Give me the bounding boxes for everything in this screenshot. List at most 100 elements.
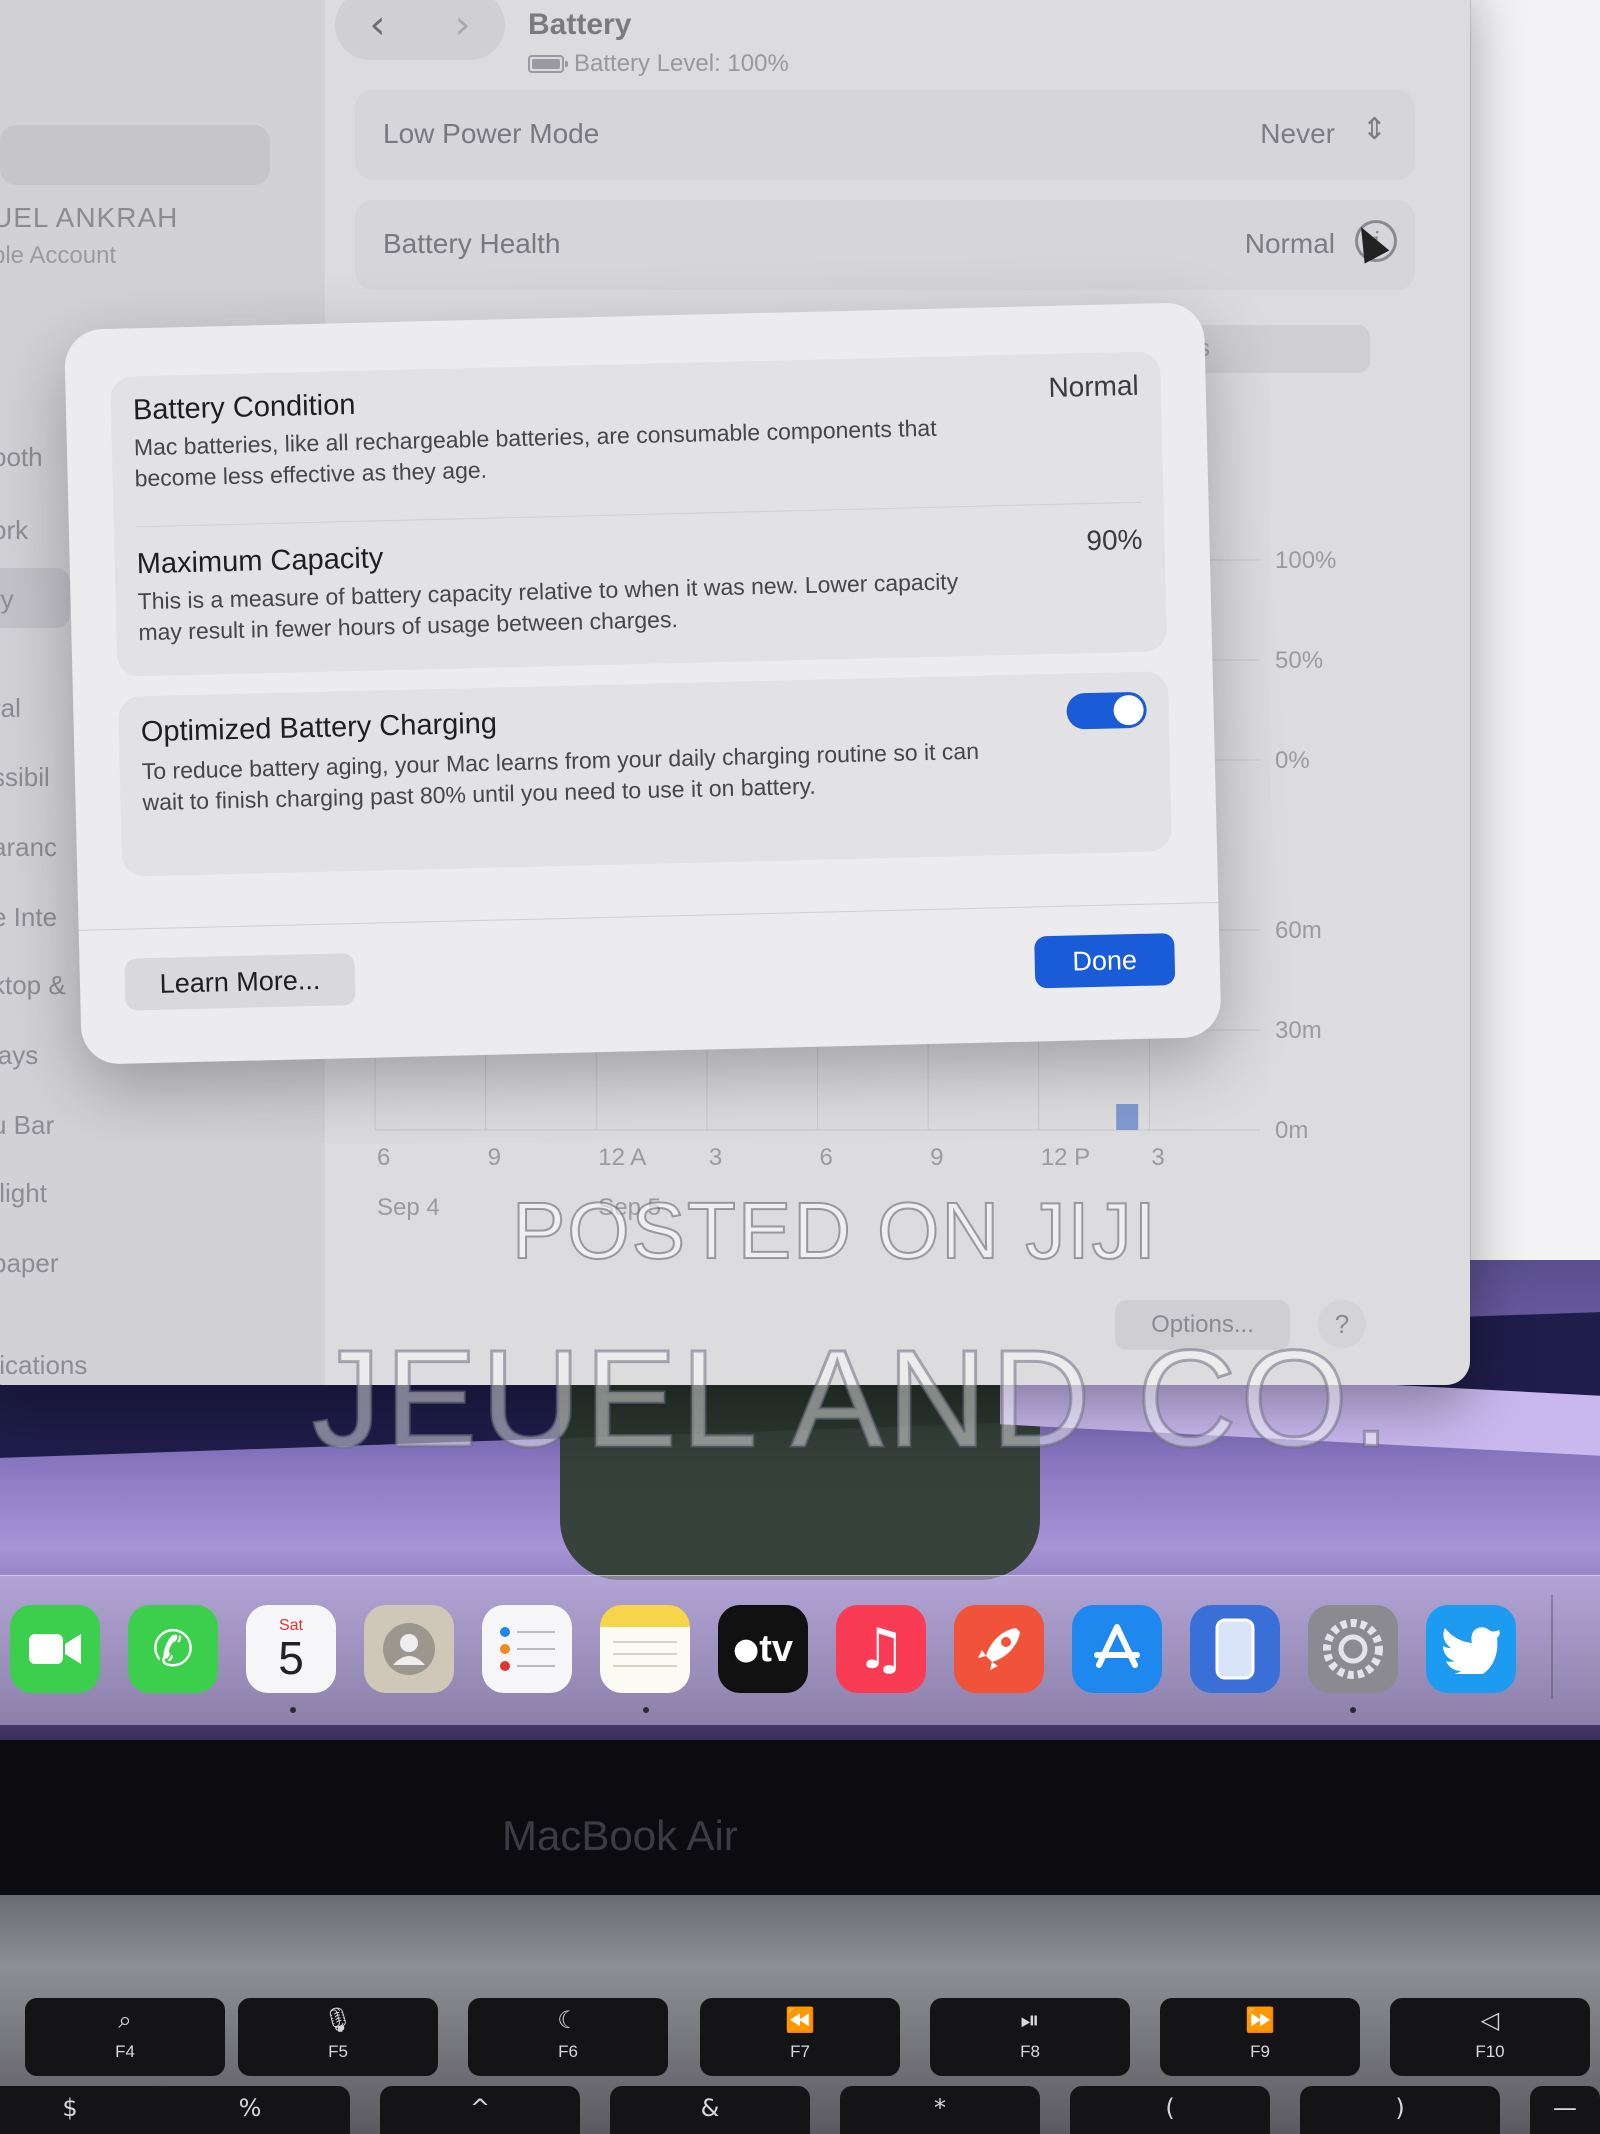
phone-icon[interactable]: ✆ [128, 1605, 218, 1693]
number-row-key[interactable]: ) [1300, 2086, 1500, 2134]
x-tick-label: 9 [930, 1144, 943, 1171]
sidebar-item-displays[interactable]: lays [0, 1040, 38, 1071]
notes-icon[interactable] [600, 1605, 690, 1693]
facetime-icon[interactable] [10, 1605, 100, 1693]
low-power-mode-row: Low Power Mode Never ⇕ [355, 90, 1415, 180]
key-icon: 🎙 [322, 2006, 354, 2034]
apple-logo-icon: ● [733, 1631, 760, 1667]
sidebar-item-spotlight[interactable]: tlight [0, 1178, 47, 1209]
forward-icon[interactable]: › [455, 2, 471, 48]
key-icon: ⏯ [1020, 2006, 1040, 2034]
key-label: F10 [1475, 2042, 1505, 2061]
twitter-icon[interactable] [1426, 1605, 1516, 1693]
maximum-capacity-value: 90% [1086, 523, 1143, 557]
watermark-line-1: POSTED ON JIJI [511, 1185, 1158, 1276]
maximum-capacity-title: Maximum Capacity [136, 542, 384, 581]
key-f7[interactable]: ⏪ F7 [700, 1998, 900, 2076]
key-f10[interactable]: ◁ F10 [1390, 1998, 1590, 2076]
x-tick-label: 3 [709, 1144, 722, 1171]
calendar-icon[interactable]: Sat 5 [246, 1605, 336, 1693]
low-power-mode-value[interactable]: Never [1260, 118, 1335, 150]
battery-health-value: Normal [1244, 228, 1335, 259]
app-store-icon[interactable] [1072, 1605, 1162, 1693]
sidebar-item-desktop-dock[interactable]: ktop & [0, 970, 66, 1001]
key-icon: ☾ [557, 2006, 579, 2034]
learn-more-button[interactable]: Learn More... [124, 953, 356, 1011]
running-indicator [290, 1707, 296, 1713]
x-tick-label: 12 A [598, 1144, 646, 1171]
reminders-icon[interactable] [482, 1605, 572, 1693]
sidebar-item-menu-bar[interactable]: u Bar [0, 1110, 54, 1141]
key-label: F6 [558, 2042, 578, 2061]
number-row-key[interactable]: $ [0, 2086, 170, 2134]
y-tick-label-level: 100% [1275, 547, 1336, 574]
x-tick-label: 12 P [1041, 1144, 1090, 1171]
number-row-key[interactable]: ^ [380, 2086, 580, 2134]
key-f5[interactable]: 🎙 F5 [238, 1998, 438, 2076]
key-f4[interactable]: ⌕ F4 [25, 1998, 225, 2076]
y-tick-label-usage: 60m [1275, 917, 1322, 944]
tv-label: tv [759, 1627, 793, 1670]
calendar-date: 5 [278, 1632, 304, 1684]
sidebar-search-field[interactable] [0, 125, 270, 185]
sidebar-user-account: ple Account [0, 242, 117, 269]
key-icon: ⌕ [118, 2006, 132, 2034]
screen: UEL ANKRAH ple Account ooth ork ry ral s… [0, 0, 1600, 1740]
sidebar-item-network[interactable]: ork [0, 515, 28, 546]
contacts-icon[interactable] [364, 1605, 454, 1693]
battery-info-group: Battery Condition Normal Mac batteries, … [110, 351, 1168, 677]
laptop-bezel [0, 1740, 1600, 1895]
battery-health-label: Battery Health [383, 228, 561, 259]
sidebar-item-apple-intelligence[interactable]: e Inte [0, 902, 57, 933]
optimized-charging-desc: To reduce battery aging, your Mac learns… [141, 737, 980, 816]
sidebar-user-name[interactable]: UEL ANKRAH [0, 202, 178, 234]
key-label: F8 [1020, 2042, 1040, 2061]
sidebar-item-notifications[interactable]: fications [0, 1350, 87, 1381]
popup-stepper-icon[interactable]: ⇕ [1362, 112, 1387, 147]
done-button[interactable]: Done [1034, 933, 1176, 989]
iphone-mirroring-icon[interactable] [1190, 1605, 1280, 1693]
back-icon[interactable]: ‹ [370, 2, 386, 48]
macbook-model-label: MacBook Air [502, 1812, 738, 1859]
key-icon: ◁ [1480, 2006, 1500, 2034]
optimized-charging-toggle[interactable] [1066, 691, 1148, 730]
x-tick-label: 9 [488, 1144, 501, 1171]
key-f8[interactable]: ⏯ F8 [930, 1998, 1130, 2076]
y-tick-label-level: 50% [1275, 647, 1323, 674]
optimized-charging-title: Optimized Battery Charging [140, 707, 498, 749]
sidebar-item-bluetooth[interactable]: ooth [0, 442, 43, 473]
y-tick-label-usage: 0m [1275, 1117, 1308, 1144]
key-f6[interactable]: ☾ F6 [468, 1998, 668, 2076]
background-window[interactable] [1470, 0, 1600, 1260]
number-row-key[interactable]: * [840, 2086, 1040, 2134]
sidebar-item-accessibility[interactable]: ssibil [0, 762, 50, 793]
page-title: Battery [528, 8, 632, 41]
number-row-key[interactable]: ( [1070, 2086, 1270, 2134]
sidebar-item-general[interactable]: ral [0, 693, 21, 724]
running-indicator [1350, 1707, 1356, 1713]
number-row-key[interactable]: % [150, 2086, 350, 2134]
key-label: F4 [115, 2042, 135, 2061]
system-settings-icon[interactable] [1308, 1605, 1398, 1693]
battery-level-status: Battery Level: 100% [528, 50, 789, 78]
apple-tv-icon[interactable]: ● tv [718, 1605, 808, 1693]
key-f9[interactable]: ⏩ F9 [1160, 1998, 1360, 2076]
key-icon: ⏩ [1245, 2006, 1275, 2034]
dock-separator [1551, 1595, 1553, 1699]
sidebar-item-battery[interactable]: ry [0, 568, 70, 628]
divider [135, 501, 1142, 528]
usage-bar [1116, 1104, 1139, 1130]
key-label: F7 [790, 2042, 810, 2061]
number-row-key[interactable]: & [610, 2086, 810, 2134]
rocket-icon[interactable] [954, 1605, 1044, 1693]
music-icon[interactable]: ♫ [836, 1605, 926, 1693]
x-tick-label: 6 [377, 1144, 390, 1171]
sidebar-item-wallpaper[interactable]: paper [0, 1248, 59, 1279]
number-row-key[interactable]: — [1530, 2086, 1600, 2134]
y-tick-label-usage: 30m [1275, 1017, 1322, 1044]
nav-buttons: ‹ › [335, 0, 505, 60]
x-tick-label: 6 [820, 1144, 833, 1171]
battery-icon [528, 55, 568, 73]
time-range-segment[interactable]: ys [1180, 325, 1370, 373]
sidebar-item-appearance[interactable]: aranc [0, 832, 57, 863]
